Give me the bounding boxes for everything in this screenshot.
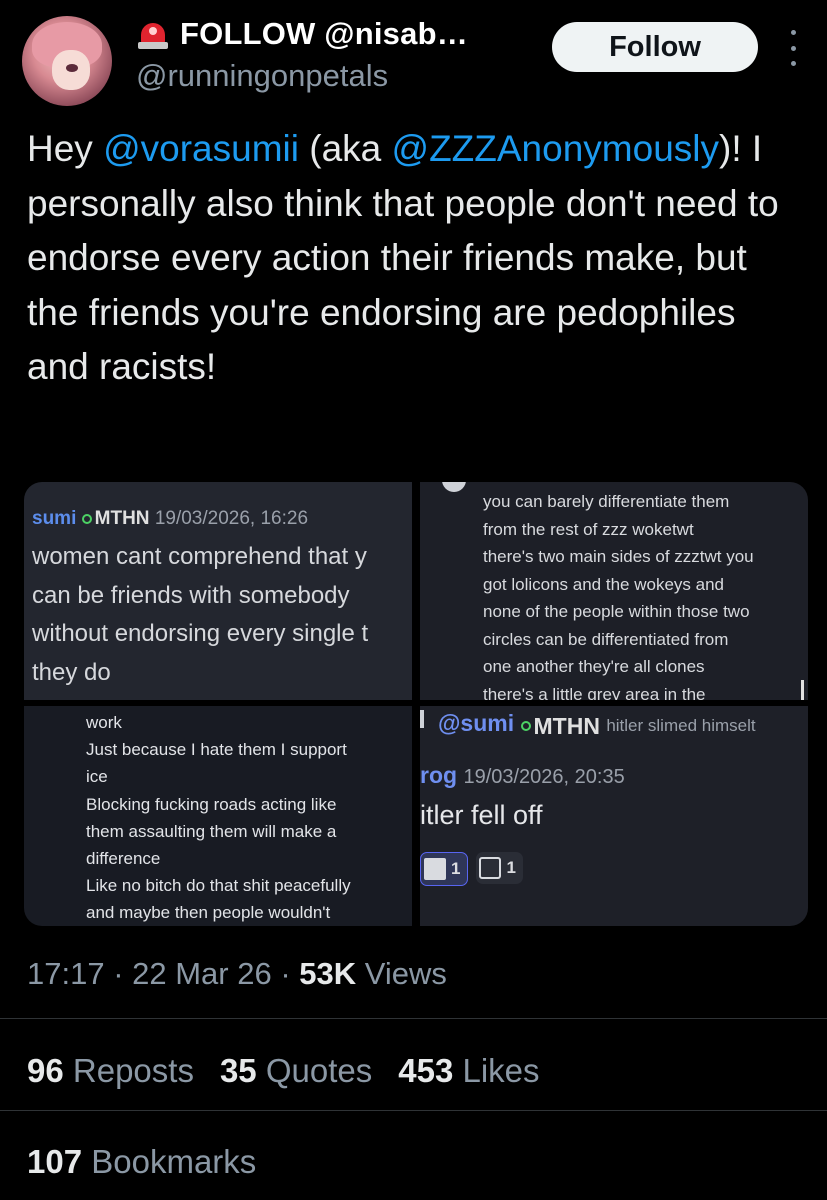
mention-link[interactable]: @ZZZAnonymously [392, 128, 719, 169]
divider [0, 1018, 827, 1019]
text-cursor [801, 680, 804, 700]
author-name-row[interactable]: FOLLOW @nisab… [136, 16, 468, 52]
reposts-stat[interactable]: 96 Reposts [27, 1052, 194, 1090]
media-image-3[interactable]: work Just because I hate them I support … [24, 706, 412, 926]
chat-message: women cant comprehend that y can be frie… [32, 543, 369, 686]
divider [0, 1110, 827, 1111]
reaction-bar: 1 1 [420, 852, 523, 886]
author-display-name[interactable]: FOLLOW @nisab… [180, 16, 468, 52]
chat-message: itler fell off [420, 800, 543, 830]
media-image-2[interactable]: you can barely differentiate them from t… [420, 482, 808, 700]
emoji-reaction-icon [479, 857, 502, 879]
chat-header: sumi MTHN 19/03/2026, 16:26 [32, 508, 308, 530]
user-tag: MTHN [81, 508, 150, 530]
chat-username: sumi [32, 508, 77, 529]
tweet-time[interactable]: 17:17 [27, 956, 105, 991]
reply-line [420, 710, 424, 728]
reply-preview: hitler slimed himselt [606, 716, 756, 735]
views-count: 53K [299, 956, 357, 991]
views-label: Views [364, 956, 447, 991]
media-image-4[interactable]: @sumi MTHN hitler slimed himselt rog 19/… [420, 706, 808, 926]
tweet-date[interactable]: 22 Mar 26 [132, 956, 272, 991]
chat-message: you can barely differentiate them from t… [483, 492, 754, 700]
avatar[interactable] [22, 16, 112, 106]
engagement-stats: 96 Reposts 35 Quotes 453 Likes [27, 1052, 540, 1090]
media-grid: sumi MTHN 19/03/2026, 16:26 women cant c… [24, 482, 808, 926]
avatar-eye [66, 64, 78, 72]
reaction[interactable]: 1 [420, 852, 469, 886]
mention-link[interactable]: @vorasumii [103, 128, 299, 169]
likes-stat[interactable]: 453 Likes [398, 1052, 539, 1090]
reaction[interactable]: 1 [476, 852, 523, 884]
author-handle[interactable]: @runningonpetals [136, 58, 388, 94]
siren-icon [136, 17, 170, 51]
reply-username: @sumi [438, 710, 515, 736]
tweet-meta: 17:17 · 22 Mar 26 · 53K Views [27, 956, 447, 991]
chat-avatar [442, 482, 466, 492]
chat-header: rog 19/03/2026, 20:35 [420, 762, 625, 789]
user-tag: MTHN [520, 713, 600, 740]
more-options-icon[interactable] [785, 30, 801, 66]
media-image-1[interactable]: sumi MTHN 19/03/2026, 16:26 women cant c… [24, 482, 412, 700]
status-icon [81, 514, 92, 524]
status-icon [520, 721, 531, 731]
quotes-stat[interactable]: 35 Quotes [220, 1052, 372, 1090]
chat-timestamp: 19/03/2026, 20:35 [463, 766, 625, 788]
follow-button[interactable]: Follow [552, 22, 758, 72]
chat-timestamp: 19/03/2026, 16:26 [154, 508, 309, 529]
bookmarks-stat[interactable]: 107 Bookmarks [27, 1143, 256, 1181]
reply-header: @sumi MTHN hitler slimed himselt [438, 710, 756, 740]
chat-username: rog [420, 762, 458, 788]
emoji-reaction-icon [424, 858, 446, 880]
chat-message: work Just because I hate them I support … [86, 713, 351, 923]
tweet-text: Hey @vorasumii (aka @ZZZAnonymously)! I … [27, 128, 779, 387]
